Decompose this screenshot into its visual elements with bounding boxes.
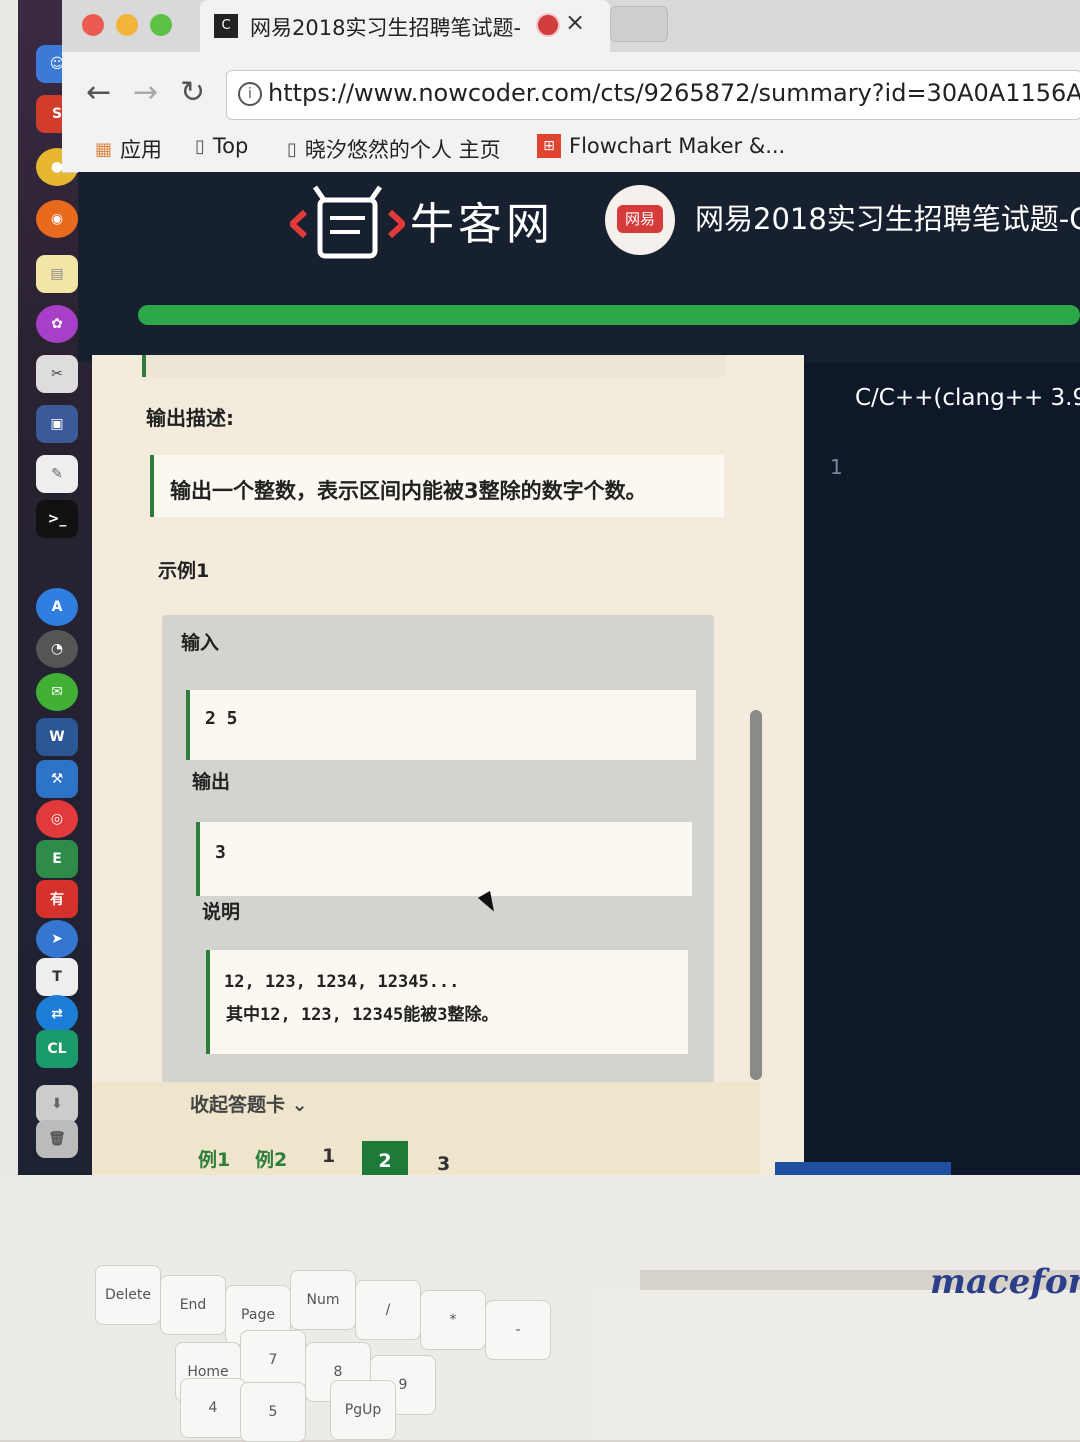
monitor-chin xyxy=(0,1175,1080,1270)
typora-icon[interactable]: T xyxy=(36,958,78,996)
input-value: 2 5 xyxy=(205,708,238,729)
recording-icon xyxy=(536,13,560,37)
wechat-icon[interactable]: ✉ xyxy=(36,673,78,711)
terminal-icon[interactable]: >_ xyxy=(36,500,78,538)
new-tab-button[interactable] xyxy=(610,6,668,42)
editor-line-number: 1 xyxy=(830,455,843,479)
key: Num Lock xyxy=(290,1270,356,1366)
trash-icon[interactable]: 🗑 xyxy=(36,1120,78,1158)
youdao-icon[interactable]: 有 xyxy=(36,880,78,918)
key: * xyxy=(420,1290,486,1350)
xcode-icon[interactable]: ⚒ xyxy=(36,760,78,798)
input-box xyxy=(186,690,696,760)
evernote-icon[interactable]: E xyxy=(36,840,78,878)
netease-music-icon[interactable]: ◎ xyxy=(36,800,78,838)
firefox-icon[interactable]: ◉ xyxy=(36,200,78,238)
output-description-heading: 输出描述: xyxy=(146,406,234,430)
key: 4 xyxy=(180,1378,246,1438)
key: / xyxy=(355,1280,421,1340)
example-heading: 示例1 xyxy=(158,560,210,582)
code-editor[interactable] xyxy=(850,440,1080,1140)
netease-logo-icon: 网易 xyxy=(617,205,663,233)
nowcoder-logo-icon[interactable] xyxy=(290,182,405,262)
key: End xyxy=(160,1275,226,1335)
downloads-icon[interactable]: ⬇ xyxy=(36,1085,78,1123)
teamviewer-icon[interactable]: ⇄ xyxy=(36,995,78,1033)
key: Delete xyxy=(95,1265,161,1325)
page-icon: ▯ xyxy=(287,138,297,160)
feishu-icon[interactable]: ➤ xyxy=(36,920,78,958)
bookmark-label: Top xyxy=(212,134,249,158)
chevron-down-icon: ⌄ xyxy=(291,1094,308,1116)
page-example-1[interactable]: 例1 xyxy=(198,1145,230,1172)
activity-monitor-icon[interactable]: ◔ xyxy=(36,630,78,668)
bookmark-label: Flowchart Maker &... xyxy=(569,134,786,158)
tab-title: 网易2018实习生招聘笔试题- xyxy=(250,16,522,40)
page-icon: ▯ xyxy=(195,135,205,157)
collapse-answer-card-button[interactable]: 收起答题卡 ⌄ xyxy=(190,1090,308,1117)
close-window-button[interactable] xyxy=(82,14,104,36)
output-box xyxy=(196,822,692,896)
key: 7 xyxy=(240,1330,306,1390)
note-label: 说明 xyxy=(202,901,241,923)
apps-grid-icon: ▦ xyxy=(95,138,113,160)
bookmark-top[interactable]: ▯ Top xyxy=(195,134,248,158)
bookmark-label: 晓汐悠然的个人 主页 xyxy=(304,138,501,162)
app-store-icon[interactable]: A xyxy=(36,588,78,626)
textedit-icon[interactable]: ✎ xyxy=(36,455,78,493)
photos-icon[interactable]: ✿ xyxy=(36,305,78,343)
bookmark-homepage[interactable]: ▯ 晓汐悠然的个人 主页 xyxy=(287,134,501,164)
reload-icon[interactable]: ↻ xyxy=(180,75,205,110)
quote-bar xyxy=(142,355,146,377)
bookmark-apps[interactable]: ▦ 应用 xyxy=(95,134,162,164)
key: - xyxy=(485,1300,551,1360)
paper-sheet xyxy=(590,1290,1080,1440)
page-1[interactable]: 1 xyxy=(322,1145,335,1167)
key: 5 xyxy=(240,1382,306,1442)
output-description-text: 输出一个整数，表示区间内能被3整除的数字个数。 xyxy=(170,479,647,503)
scissors-icon[interactable]: ✂ xyxy=(36,355,78,393)
bookmark-flowchart[interactable]: ⊞ Flowchart Maker &... xyxy=(537,134,785,158)
keyboard: Delete End Page Down Num Lock / * - 7 Ho… xyxy=(0,1260,640,1442)
key: PgUp xyxy=(330,1380,396,1440)
note-line-1: 12, 123, 1234, 12345... xyxy=(224,972,460,992)
clion-icon[interactable]: CL xyxy=(36,1030,78,1068)
progress-bar xyxy=(138,305,1080,325)
panel-scrollbar[interactable] xyxy=(750,710,762,1080)
exam-title: 网易2018实习生招聘笔试题-C xyxy=(695,202,1080,236)
output-value: 3 xyxy=(215,842,226,863)
preview-icon[interactable]: ▣ xyxy=(36,405,78,443)
site-info-icon[interactable]: i xyxy=(238,82,262,106)
word-icon[interactable]: W xyxy=(36,718,78,756)
forward-arrow-icon[interactable]: → xyxy=(133,75,158,110)
nowcoder-favicon-icon: C xyxy=(214,14,238,38)
output-label: 输出 xyxy=(192,771,231,793)
url-text: https://www.nowcoder.com/cts/9265872/sum… xyxy=(268,79,1080,107)
site-logo-text[interactable]: 牛客网 xyxy=(410,188,554,252)
flowchart-icon: ⊞ xyxy=(537,134,561,158)
input-label: 输入 xyxy=(181,632,220,654)
maximize-window-button[interactable] xyxy=(150,14,172,36)
tab-close-button[interactable]: × xyxy=(565,8,585,36)
monitor-brand-logo: maceford xyxy=(930,1262,1080,1302)
minimize-window-button[interactable] xyxy=(116,14,138,36)
notes-icon[interactable]: ▤ xyxy=(36,255,78,293)
previous-block xyxy=(142,355,726,377)
page-example-2[interactable]: 例2 xyxy=(255,1145,287,1172)
back-arrow-icon[interactable]: ← xyxy=(86,75,111,110)
note-line-2: 其中12, 123, 12345能被3整除。 xyxy=(226,1005,499,1025)
page-3[interactable]: 3 xyxy=(437,1153,450,1175)
bookmark-label: 应用 xyxy=(120,138,163,162)
collapse-label: 收起答题卡 xyxy=(190,1094,286,1116)
language-selector[interactable]: C/C++(clang++ 3.9) xyxy=(855,385,1080,411)
